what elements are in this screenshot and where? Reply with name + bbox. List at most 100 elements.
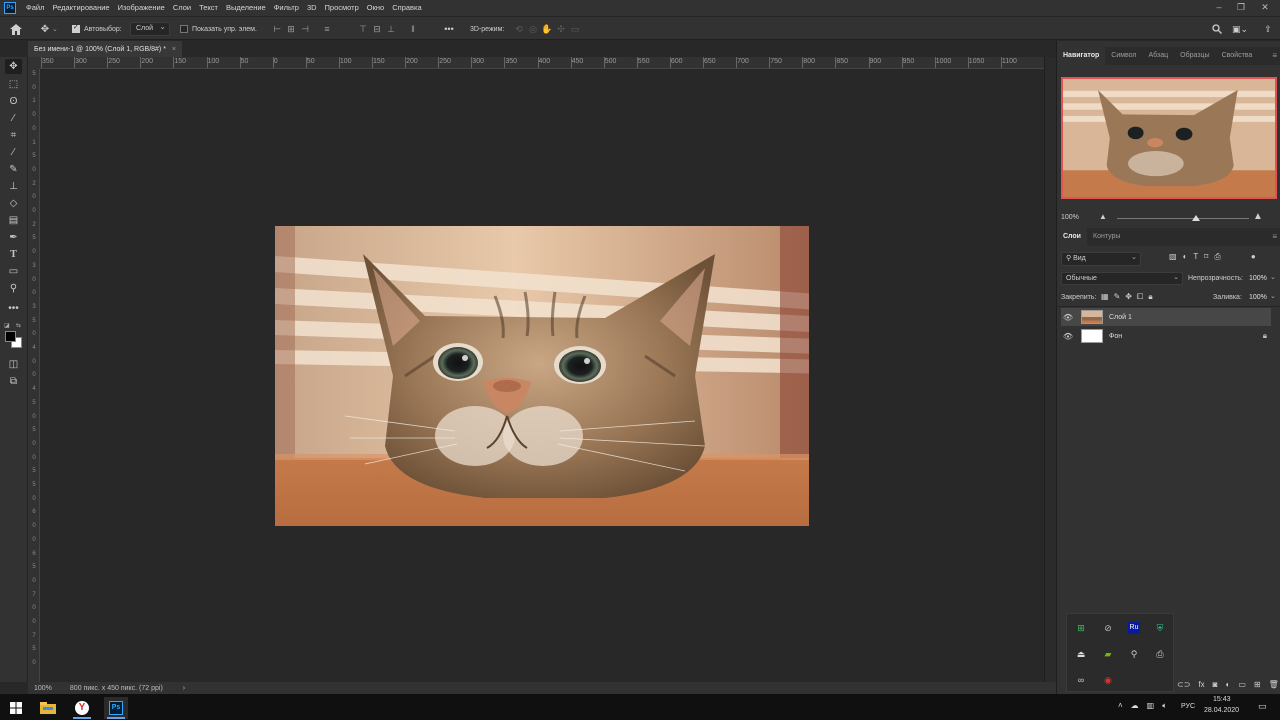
file-explorer-icon[interactable] bbox=[36, 697, 60, 719]
menu-item-image[interactable]: Изображение bbox=[114, 0, 169, 16]
tab-character[interactable]: Символ bbox=[1105, 47, 1142, 65]
delete-layer-icon[interactable]: 🗑︎ bbox=[1269, 680, 1279, 689]
photoshop-taskbar-icon[interactable]: Ps bbox=[104, 697, 128, 719]
menu-item-3d[interactable]: 3D bbox=[303, 0, 321, 16]
link-layers-icon[interactable]: ⊂⊃ bbox=[1177, 680, 1190, 689]
vertical-ruler[interactable]: 5 0 1 0 0 1 5 0 2 0 0 2 5 0 3 0 0 3 5 0 4 0 0 4 5 0 5 0 0 5 5 0 6 0 0 6 5 0 7 0… bbox=[28, 69, 40, 682]
vertical-scrollbar[interactable] bbox=[1044, 57, 1056, 682]
zoom-slider-track[interactable] bbox=[1117, 218, 1249, 219]
home-icon[interactable] bbox=[10, 21, 22, 37]
menu-item-file[interactable]: Файл bbox=[22, 0, 48, 16]
tab-layers[interactable]: Слои bbox=[1057, 228, 1087, 246]
network-disconnected-icon[interactable]: ⊘ bbox=[1102, 622, 1114, 634]
align-bottom-icon[interactable]: ⊥ bbox=[384, 24, 398, 35]
layer-name[interactable]: Фон bbox=[1109, 333, 1122, 340]
nvidia-icon[interactable]: ▰ bbox=[1102, 648, 1114, 660]
color-swatches[interactable]: ◪ ⇆ bbox=[4, 322, 24, 348]
3d-roll-icon[interactable]: ◎ bbox=[526, 24, 540, 35]
navigator-panel-menu-icon[interactable]: ≡ bbox=[1272, 47, 1277, 65]
filter-smart-object-icon[interactable]: ⎙ bbox=[1214, 252, 1220, 262]
3d-scale-icon[interactable]: ▭ bbox=[568, 24, 582, 35]
rectangular-marquee-tool-icon[interactable]: ⬚ bbox=[5, 77, 22, 92]
layers-panel-menu-icon[interactable]: ≡ bbox=[1272, 228, 1277, 246]
filter-pixel-icon[interactable]: ▧ bbox=[1169, 252, 1177, 262]
minimize-button[interactable]: – bbox=[1208, 0, 1230, 16]
document-tab[interactable]: Без имени-1 @ 100% (Слой 1, RGB/8#) * × bbox=[28, 41, 183, 57]
opacity-input[interactable]: 100% bbox=[1249, 275, 1267, 282]
menu-item-edit[interactable]: Редактирование bbox=[48, 0, 113, 16]
move-tool-icon[interactable]: ✥ bbox=[5, 59, 22, 74]
default-colors-icon[interactable]: ◪ bbox=[4, 322, 10, 329]
eyedropper-tool-icon[interactable]: ∕ bbox=[5, 145, 22, 160]
layer-name[interactable]: Слой 1 bbox=[1109, 314, 1132, 321]
navigator-preview[interactable] bbox=[1061, 77, 1277, 199]
menu-item-view[interactable]: Просмотр bbox=[321, 0, 363, 16]
restore-button[interactable]: ❐ bbox=[1230, 0, 1252, 16]
shield-icon[interactable]: ⛨ bbox=[1154, 622, 1166, 634]
fill-input[interactable]: 100% bbox=[1249, 294, 1267, 301]
lock-position-icon[interactable]: ✥ bbox=[1125, 292, 1132, 302]
show-transform-checkbox[interactable]: Показать упр. элем. bbox=[180, 21, 257, 37]
zoom-tool-icon[interactable]: ⚲ bbox=[5, 281, 22, 296]
align-right-icon[interactable]: ⊣ bbox=[298, 24, 312, 35]
adjustment-layer-icon[interactable]: ◐ bbox=[1225, 680, 1230, 689]
3d-pan-icon[interactable]: ✋ bbox=[540, 24, 554, 35]
tab-paths[interactable]: Контуры bbox=[1087, 228, 1126, 246]
filter-shape-icon[interactable]: ⌑ bbox=[1204, 252, 1208, 262]
crop-tool-icon[interactable]: ⌗ bbox=[5, 128, 22, 143]
clock-date[interactable]: 28.04.2020 bbox=[1204, 707, 1239, 714]
status-menu-arrow-icon[interactable]: › bbox=[183, 685, 185, 692]
quick-mask-icon[interactable]: ◫ bbox=[5, 357, 22, 372]
notifications-icon[interactable]: ▭ bbox=[1258, 701, 1267, 712]
menu-item-select[interactable]: Выделение bbox=[222, 0, 270, 16]
magnifier-app-icon[interactable]: ⚲ bbox=[1128, 648, 1140, 660]
3d-slide-icon[interactable]: ✣ bbox=[554, 24, 568, 35]
align-left-icon[interactable]: ⊢ bbox=[270, 24, 284, 35]
filter-toggle-icon[interactable]: ● bbox=[1251, 252, 1256, 262]
align-top-icon[interactable]: ⊤ bbox=[356, 24, 370, 35]
gradient-tool-icon[interactable]: ▤ bbox=[5, 213, 22, 228]
tab-navigator[interactable]: Навигатор bbox=[1057, 47, 1106, 65]
lock-all-icon[interactable]: 🔒︎ bbox=[1148, 292, 1152, 302]
layer-visibility-eye-icon[interactable]: 👁︎ bbox=[1061, 332, 1075, 341]
navigator-zoom-value[interactable]: 100% bbox=[1061, 214, 1079, 221]
menu-item-window[interactable]: Окно bbox=[363, 0, 388, 16]
lock-image-icon[interactable]: ✎ bbox=[1114, 292, 1121, 302]
zoom-in-icon[interactable]: ▲ bbox=[1253, 211, 1263, 222]
link-app-icon[interactable]: ∞ bbox=[1075, 674, 1087, 686]
search-icon[interactable] bbox=[1212, 21, 1222, 37]
zoom-slider-thumb[interactable] bbox=[1192, 215, 1201, 221]
brush-tool-icon[interactable]: ✎ bbox=[5, 162, 22, 177]
security-app-icon[interactable]: ⊞ bbox=[1075, 622, 1087, 634]
yandex-browser-icon[interactable]: Y bbox=[70, 697, 94, 719]
shape-tool-icon[interactable]: ▭ bbox=[5, 264, 22, 279]
align-hcenter-icon[interactable]: ⊞ bbox=[284, 24, 298, 35]
align-vcenter-icon[interactable]: ⊟ bbox=[370, 24, 384, 35]
fill-dropdown-icon[interactable]: ⌄ bbox=[1270, 292, 1276, 300]
autoselect-checkbox[interactable]: Автовыбор: bbox=[72, 21, 122, 37]
edit-toolbar-icon[interactable]: ••• bbox=[5, 301, 22, 316]
clock-time[interactable]: 15:43 bbox=[1213, 696, 1231, 703]
usb-device-icon[interactable]: ⏏ bbox=[1075, 648, 1087, 660]
lock-transparent-icon[interactable]: ▦ bbox=[1101, 292, 1109, 302]
horizontal-ruler[interactable]: 350 300 250 200 150 100 50 0 50 100 150 200 250 300 35… bbox=[40, 57, 1044, 69]
tab-paragraph[interactable]: Абзац bbox=[1143, 47, 1175, 65]
3d-orbit-icon[interactable]: ⟲ bbox=[512, 24, 526, 35]
close-tab-icon[interactable]: × bbox=[172, 46, 176, 53]
start-button[interactable] bbox=[4, 697, 28, 719]
menu-item-filter[interactable]: Фильтр bbox=[270, 0, 303, 16]
layer-row-background[interactable]: 👁︎ Фон 🔒︎ bbox=[1061, 327, 1271, 345]
type-tool-icon[interactable]: T bbox=[5, 247, 22, 262]
blend-mode-dropdown[interactable]: Обычные ⌄ bbox=[1061, 272, 1183, 285]
filter-adjustment-icon[interactable]: ◐ bbox=[1183, 252, 1188, 262]
filter-type-icon[interactable]: T bbox=[1193, 252, 1198, 262]
screen-mode-icon[interactable]: ⧉ bbox=[5, 374, 22, 389]
foreground-color-swatch[interactable] bbox=[5, 331, 16, 342]
magic-wand-tool-icon[interactable]: ⁄ bbox=[5, 111, 22, 126]
new-group-icon[interactable]: ▭ bbox=[1238, 680, 1246, 689]
lasso-tool-icon[interactable]: ʘ bbox=[5, 94, 22, 109]
new-layer-icon[interactable]: ⊞ bbox=[1254, 680, 1261, 689]
tab-properties[interactable]: Свойства bbox=[1216, 47, 1259, 65]
workspace-switcher-icon[interactable]: ▣⌄ bbox=[1232, 21, 1248, 37]
network-icon[interactable]: ▥ bbox=[1147, 701, 1155, 711]
